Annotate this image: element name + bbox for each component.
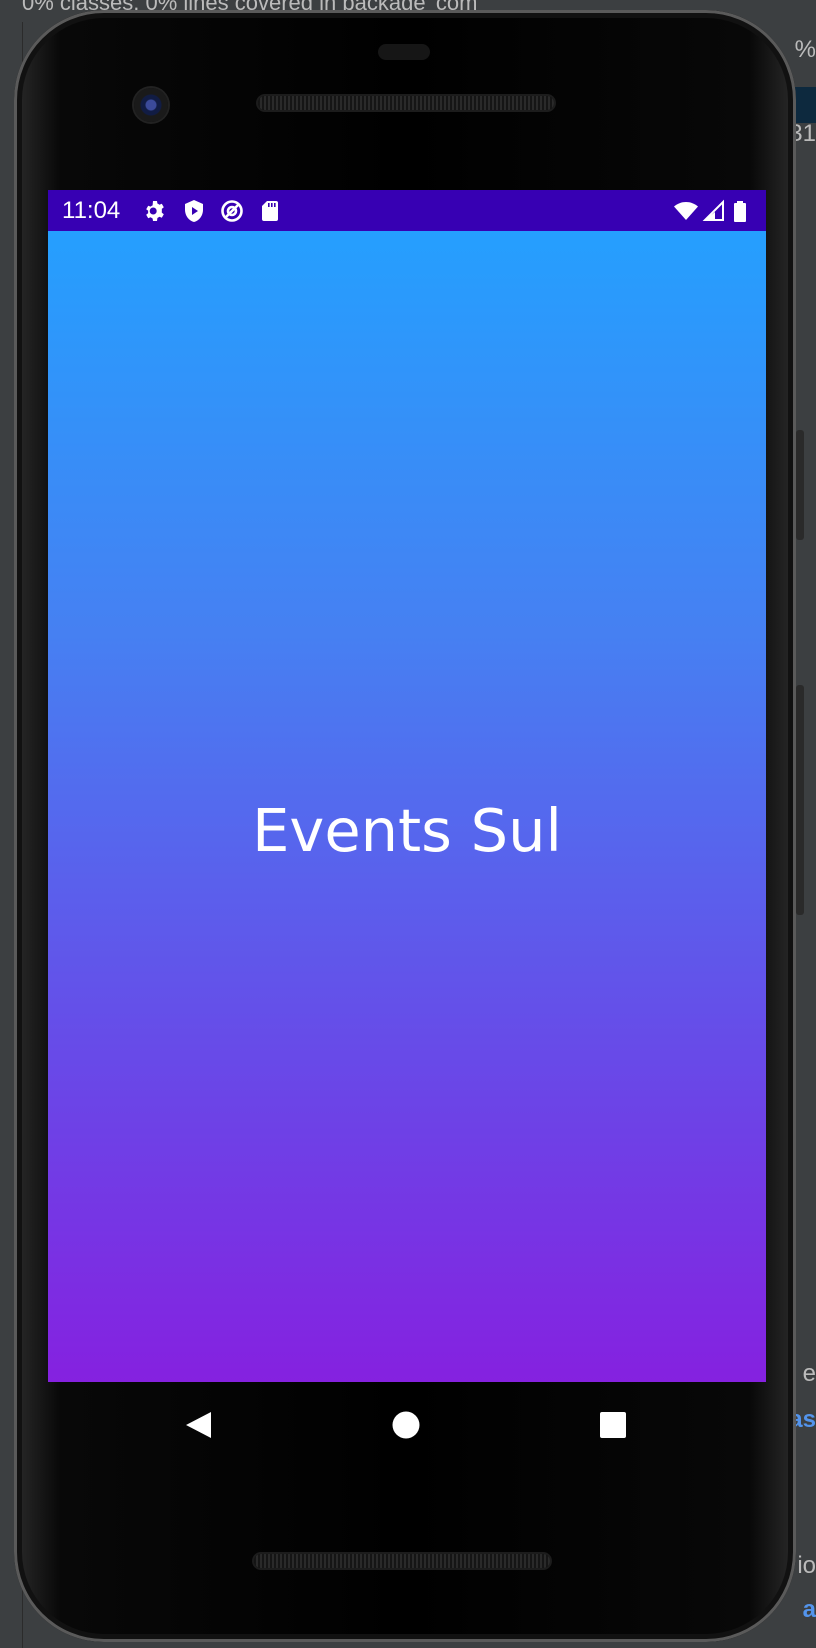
ide-fragment: a <box>802 1596 816 1623</box>
recents-icon[interactable] <box>598 1410 628 1440</box>
ide-fragment: % <box>794 36 816 63</box>
battery-icon <box>734 201 746 222</box>
settings-icon <box>146 201 164 221</box>
earpiece-speaker <box>258 96 554 110</box>
status-time: 11:04 <box>62 197 121 224</box>
at-sign-icon <box>221 200 243 222</box>
top-sensor <box>378 44 430 60</box>
bottom-speaker <box>254 1554 550 1568</box>
device-screen: 11:04 Events Sul <box>48 190 766 1382</box>
ide-right-selection <box>794 87 816 123</box>
home-icon[interactable] <box>391 1410 421 1440</box>
power-button[interactable] <box>796 430 804 540</box>
front-camera-icon <box>134 88 168 122</box>
sd-card-icon <box>262 201 278 221</box>
splash-screen: Events Sul <box>48 231 766 1382</box>
volume-rocker[interactable] <box>796 685 804 915</box>
status-bar: 11:04 <box>48 190 766 231</box>
wifi-icon <box>674 202 698 220</box>
app-title: Events Sul <box>252 796 562 865</box>
ide-fragment: io <box>797 1552 816 1579</box>
navigation-bar <box>48 1382 766 1467</box>
ide-fragment: e <box>802 1360 816 1387</box>
back-icon[interactable] <box>183 1410 213 1440</box>
shield-play-icon <box>185 200 203 222</box>
cell-signal-icon <box>702 199 724 221</box>
